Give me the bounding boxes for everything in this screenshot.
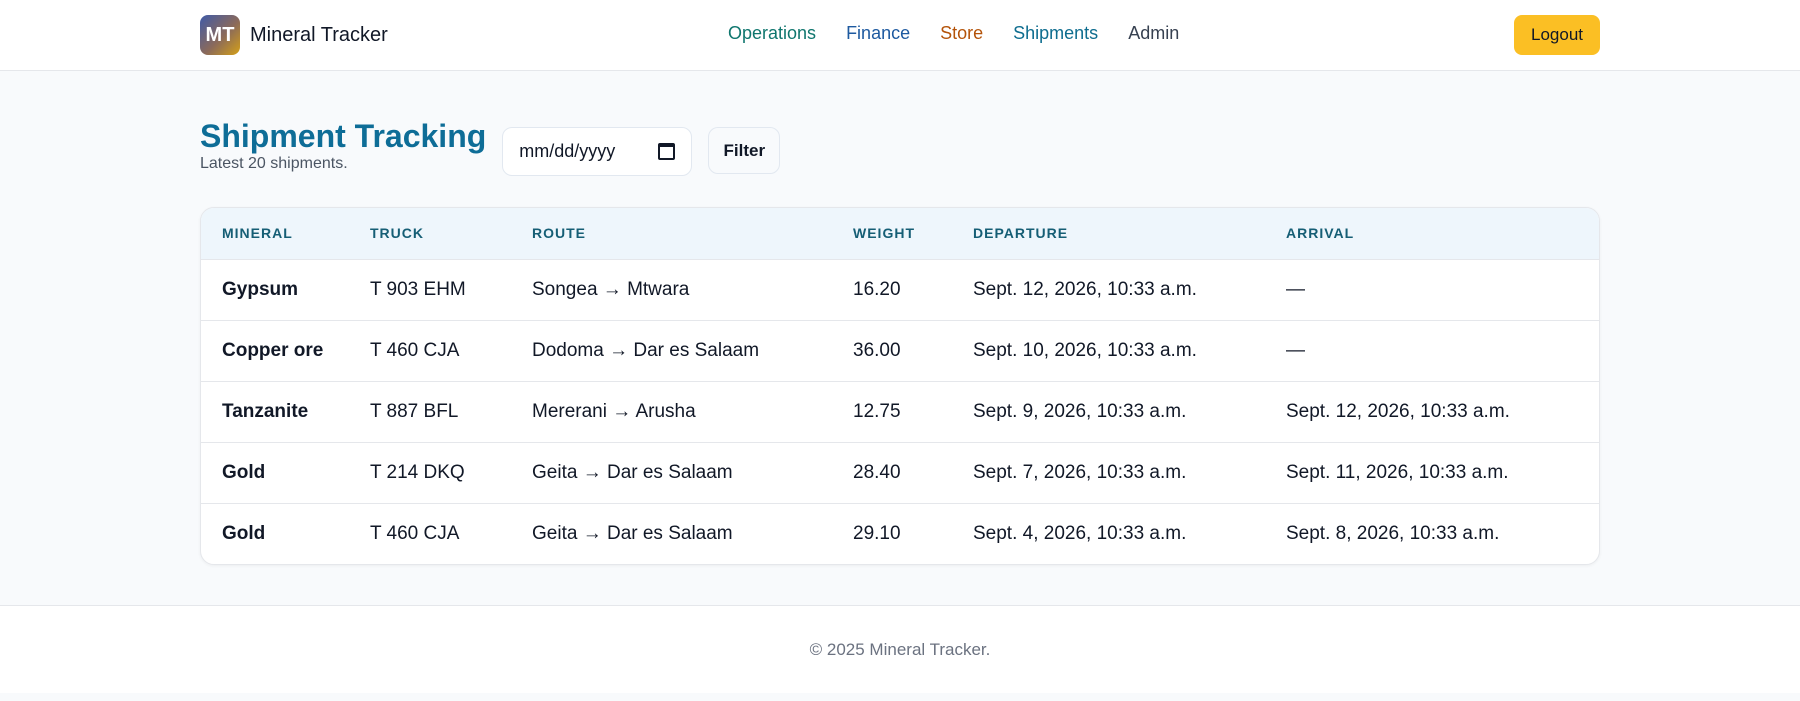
table-row: Gypsum T 903 EHM Songea → Mtwara 16.20 S… — [201, 258, 1599, 320]
table-header-row: MINERAL TRUCK ROUTE WEIGHT DEPARTURE ARR… — [201, 208, 1599, 259]
page-title: Shipment Tracking — [200, 118, 487, 154]
cell-weight: 36.00 — [853, 319, 973, 381]
cell-departure: Sept. 7, 2026, 10:33 a.m. — [973, 441, 1286, 503]
date-placeholder: mm/dd/yyyy — [519, 141, 616, 161]
cell-departure: Sept. 10, 2026, 10:33 a.m. — [973, 319, 1286, 381]
col-mineral: MINERAL — [222, 225, 293, 242]
logo-badge: MT — [200, 15, 240, 55]
col-weight: WEIGHT — [853, 225, 915, 242]
brand[interactable]: MT Mineral Tracker — [200, 15, 388, 55]
cell-mineral: Tanzanite — [201, 380, 370, 442]
cell-truck: T 460 CJA — [370, 502, 532, 564]
table-row: Copper ore T 460 CJA Dodoma → Dar es Sal… — [201, 319, 1599, 381]
cell-mineral: Copper ore — [201, 319, 370, 381]
cell-route: Geita → Dar es Salaam — [532, 502, 853, 564]
page-subtitle: Latest 20 shipments. — [200, 155, 348, 172]
cell-weight: 29.10 — [853, 502, 973, 564]
nav-operations[interactable]: Operations — [728, 23, 816, 44]
cell-arrival: — — [1286, 258, 1599, 320]
brand-name: Mineral Tracker — [250, 23, 388, 46]
col-departure: DEPARTURE — [973, 225, 1069, 242]
cell-truck: T 214 DKQ — [370, 441, 532, 503]
cell-truck: T 887 BFL — [370, 380, 532, 442]
cell-weight: 28.40 — [853, 441, 973, 503]
nav-shipments[interactable]: Shipments — [1013, 23, 1098, 44]
cell-weight: 12.75 — [853, 380, 973, 442]
cell-departure: Sept. 12, 2026, 10:33 a.m. — [973, 258, 1286, 320]
date-filter-input[interactable]: mm/dd/yyyy — [502, 127, 693, 176]
cell-route: Dodoma → Dar es Salaam — [532, 319, 853, 381]
nav-store[interactable]: Store — [940, 23, 983, 44]
cell-route: Mererani → Arusha — [532, 380, 853, 442]
table-row: Gold T 214 DKQ Geita → Dar es Salaam 28.… — [201, 441, 1599, 503]
cell-mineral: Gold — [201, 502, 370, 564]
cell-mineral: Gypsum — [201, 258, 370, 320]
cell-route: Songea → Mtwara — [532, 258, 853, 320]
footer-text: © 2025 Mineral Tracker. — [809, 639, 991, 659]
nav-finance[interactable]: Finance — [846, 23, 910, 44]
nav-admin[interactable]: Admin — [1128, 23, 1179, 44]
cell-truck: T 460 CJA — [370, 319, 532, 381]
col-route: ROUTE — [532, 225, 586, 242]
cell-arrival: Sept. 8, 2026, 10:33 a.m. — [1286, 502, 1599, 564]
shipments-table-card: MINERAL TRUCK ROUTE WEIGHT DEPARTURE ARR… — [200, 207, 1600, 565]
cell-route: Geita → Dar es Salaam — [532, 441, 853, 503]
cell-arrival: — — [1286, 319, 1599, 381]
calendar-icon[interactable] — [658, 143, 676, 160]
cell-arrival: Sept. 12, 2026, 10:33 a.m. — [1286, 380, 1599, 442]
table-row: Gold T 460 CJA Geita → Dar es Salaam 29.… — [201, 502, 1599, 564]
main-nav: Operations Finance Store Shipments Admin — [728, 23, 1179, 44]
cell-departure: Sept. 4, 2026, 10:33 a.m. — [973, 502, 1286, 564]
page-footer: © 2025 Mineral Tracker. — [0, 605, 1800, 693]
cell-arrival: Sept. 11, 2026, 10:33 a.m. — [1286, 441, 1599, 503]
logout-button[interactable]: Logout — [1514, 15, 1600, 55]
cell-mineral: Gold — [201, 441, 370, 503]
table-row: Tanzanite T 887 BFL Mererani → Arusha 12… — [201, 380, 1599, 442]
title-row: Shipment Tracking Latest 20 shipments. m… — [200, 115, 781, 176]
cell-departure: Sept. 9, 2026, 10:33 a.m. — [973, 380, 1286, 442]
filter-button[interactable]: Filter — [708, 127, 781, 174]
title-block: Shipment Tracking Latest 20 shipments. — [200, 115, 486, 173]
shipments-table: MINERAL TRUCK ROUTE WEIGHT DEPARTURE ARR… — [201, 208, 1599, 564]
cell-truck: T 903 EHM — [370, 258, 532, 320]
cell-weight: 16.20 — [853, 258, 973, 320]
main-content: Shipment Tracking Latest 20 shipments. m… — [0, 71, 1800, 605]
col-truck: TRUCK — [370, 225, 424, 242]
top-header: MT Mineral Tracker Operations Finance St… — [0, 0, 1800, 71]
col-arrival: ARRIVAL — [1286, 225, 1355, 242]
